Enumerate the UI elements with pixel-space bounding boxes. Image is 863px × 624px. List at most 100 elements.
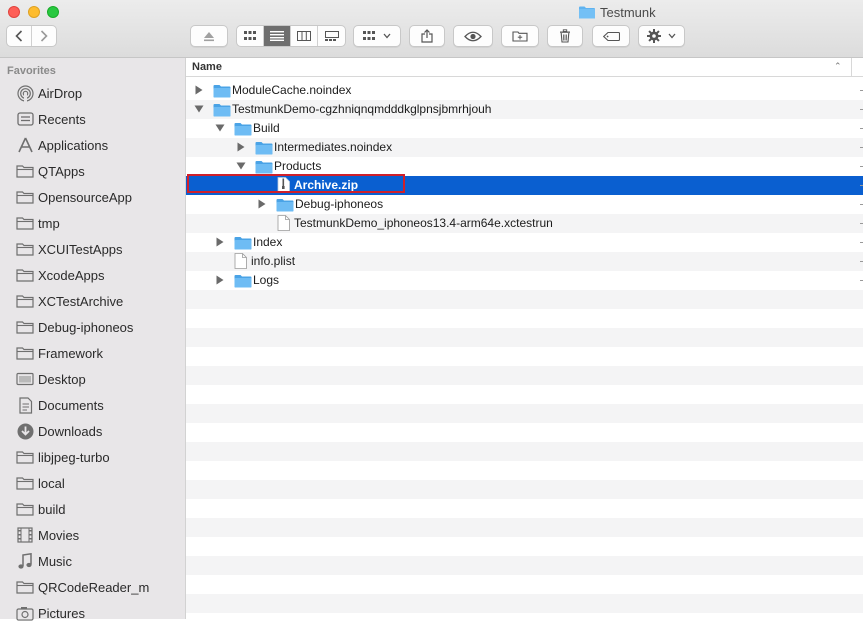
- folder-icon: [16, 266, 34, 284]
- forward-button[interactable]: [32, 26, 56, 46]
- disclosure-expanded-icon[interactable]: [215, 123, 225, 133]
- folder-icon: [579, 6, 595, 19]
- zip-file-icon: [277, 177, 290, 193]
- column-separator[interactable]: [851, 58, 852, 76]
- folder-icon: [255, 141, 273, 155]
- row-name: Debug-iphoneos: [295, 197, 383, 211]
- file-icon: [277, 215, 290, 234]
- disclosure-collapsed-icon[interactable]: [215, 237, 225, 247]
- sidebar-item-label: local: [38, 476, 65, 491]
- eject-icon: [203, 31, 215, 42]
- column-view-button[interactable]: [291, 26, 318, 46]
- sidebar-item-pictures[interactable]: Pictures: [16, 602, 85, 624]
- minimize-window-button[interactable]: [28, 6, 40, 18]
- window-title: Testmunk: [579, 4, 656, 20]
- sidebar-item-xcuitestapps[interactable]: XCUITestApps: [16, 238, 123, 260]
- sidebar-item-movies[interactable]: Movies: [16, 524, 79, 546]
- sidebar-item-label: build: [38, 502, 65, 517]
- sidebar-item-libjpeg-turbo[interactable]: libjpeg-turbo: [16, 446, 110, 468]
- sidebar-item-recents[interactable]: Recents: [16, 108, 86, 130]
- list-row[interactable]: TestmunkDemo-cgzhniqnqmdddkglpnsjbmrhjou…: [186, 100, 863, 119]
- close-window-button[interactable]: [8, 6, 20, 18]
- new-folder-button[interactable]: [501, 25, 539, 47]
- list-row[interactable]: info.plist: [186, 252, 863, 271]
- sidebar-item-desktop[interactable]: Desktop: [16, 368, 86, 390]
- disclosure-expanded-icon[interactable]: [236, 161, 246, 171]
- list-view-button[interactable]: [264, 26, 291, 46]
- list-row[interactable]: Intermediates.noindex: [186, 138, 863, 157]
- list-row[interactable]: Products: [186, 157, 863, 176]
- icon-view-button[interactable]: [237, 26, 264, 46]
- music-icon: [16, 552, 34, 570]
- row-name: info.plist: [251, 254, 295, 268]
- eject-button[interactable]: [190, 25, 228, 47]
- folder-icon: [16, 240, 34, 258]
- folder-icon: [255, 160, 273, 177]
- chevron-down-icon: [383, 33, 391, 39]
- list-icon: [270, 31, 284, 41]
- sidebar-item-applications[interactable]: Applications: [16, 134, 108, 156]
- move-to-trash-button[interactable]: [547, 25, 583, 47]
- sidebar-item-label: libjpeg-turbo: [38, 450, 110, 465]
- airdrop-icon: [16, 84, 34, 102]
- sidebar-item-build[interactable]: build: [16, 498, 65, 520]
- sidebar-item-tmp[interactable]: tmp: [16, 212, 60, 234]
- quick-look-button[interactable]: [453, 25, 493, 47]
- name-column-header[interactable]: Name: [192, 61, 222, 73]
- list-row[interactable]: Debug-iphoneos: [186, 195, 863, 214]
- plist-file-icon: [234, 253, 247, 269]
- sidebar-item-documents[interactable]: Documents: [16, 394, 104, 416]
- list-row[interactable]: Build: [186, 119, 863, 138]
- eye-icon: [464, 31, 482, 42]
- list-row[interactable]: Logs: [186, 271, 863, 290]
- group-by-button[interactable]: [353, 25, 401, 47]
- gallery-icon: [325, 31, 339, 41]
- zoom-window-button[interactable]: [47, 6, 59, 18]
- row-name: Logs: [253, 273, 279, 287]
- sidebar-item-xcodeapps[interactable]: XcodeApps: [16, 264, 105, 286]
- disclosure-collapsed-icon[interactable]: [236, 142, 246, 152]
- sidebar-item-label: Music: [38, 554, 72, 569]
- folder-icon: [16, 318, 34, 336]
- sidebar-item-framework[interactable]: Framework: [16, 342, 103, 364]
- folder-icon: [213, 84, 231, 98]
- folder-icon: [213, 103, 231, 120]
- gallery-view-button[interactable]: [318, 26, 345, 46]
- row-name: Archive.zip: [294, 178, 358, 192]
- sidebar-item-music[interactable]: Music: [16, 550, 72, 572]
- selected-list-row[interactable]: Archive.zip: [186, 176, 863, 195]
- list-header: Name ⌃: [186, 58, 863, 77]
- sidebar-item-airdrop[interactable]: AirDrop: [16, 82, 82, 104]
- action-menu-button[interactable]: [638, 25, 685, 47]
- sidebar-item-label: QRCodeReader_m: [38, 580, 149, 595]
- sort-ascending-icon: ⌃: [834, 61, 842, 72]
- edit-tags-button[interactable]: [592, 25, 630, 47]
- list-row[interactable]: TestmunkDemo_iphoneos13.4-arm64e.xctestr…: [186, 214, 863, 233]
- sidebar-item-label: Documents: [38, 398, 104, 413]
- disclosure-expanded-icon[interactable]: [194, 104, 204, 114]
- documents-icon: [16, 396, 34, 414]
- folder-icon: [234, 122, 252, 136]
- xctestrun-file-icon: [277, 215, 290, 231]
- sidebar-item-label: OpensourceApp: [38, 190, 132, 205]
- tag-icon: [603, 32, 620, 41]
- sidebar-item-qrcodereader-m[interactable]: QRCodeReader_m: [16, 576, 149, 598]
- folder-icon: [234, 236, 252, 253]
- share-button[interactable]: [409, 25, 445, 47]
- list-row[interactable]: Index: [186, 233, 863, 252]
- sidebar-item-local[interactable]: local: [16, 472, 65, 494]
- disclosure-collapsed-icon[interactable]: [257, 199, 267, 209]
- row-name: TestmunkDemo_iphoneos13.4-arm64e.xctestr…: [294, 216, 553, 230]
- file-icon: [277, 177, 290, 196]
- sidebar-item-downloads[interactable]: Downloads: [16, 420, 102, 442]
- disclosure-collapsed-icon[interactable]: [194, 85, 204, 95]
- back-button[interactable]: [7, 26, 32, 46]
- list-row[interactable]: ModuleCache.noindex: [186, 81, 863, 100]
- sidebar-item-xctestarchive[interactable]: XCTestArchive: [16, 290, 123, 312]
- sidebar-item-opensourceapp[interactable]: OpensourceApp: [16, 186, 132, 208]
- sidebar-item-debug-iphoneos[interactable]: Debug-iphoneos: [16, 316, 133, 338]
- sidebar: Favorites AirDropRecentsApplicationsQTAp…: [0, 58, 186, 619]
- disclosure-collapsed-icon[interactable]: [215, 275, 225, 285]
- sidebar-item-qtapps[interactable]: QTApps: [16, 160, 85, 182]
- chevron-down-icon: [668, 33, 676, 39]
